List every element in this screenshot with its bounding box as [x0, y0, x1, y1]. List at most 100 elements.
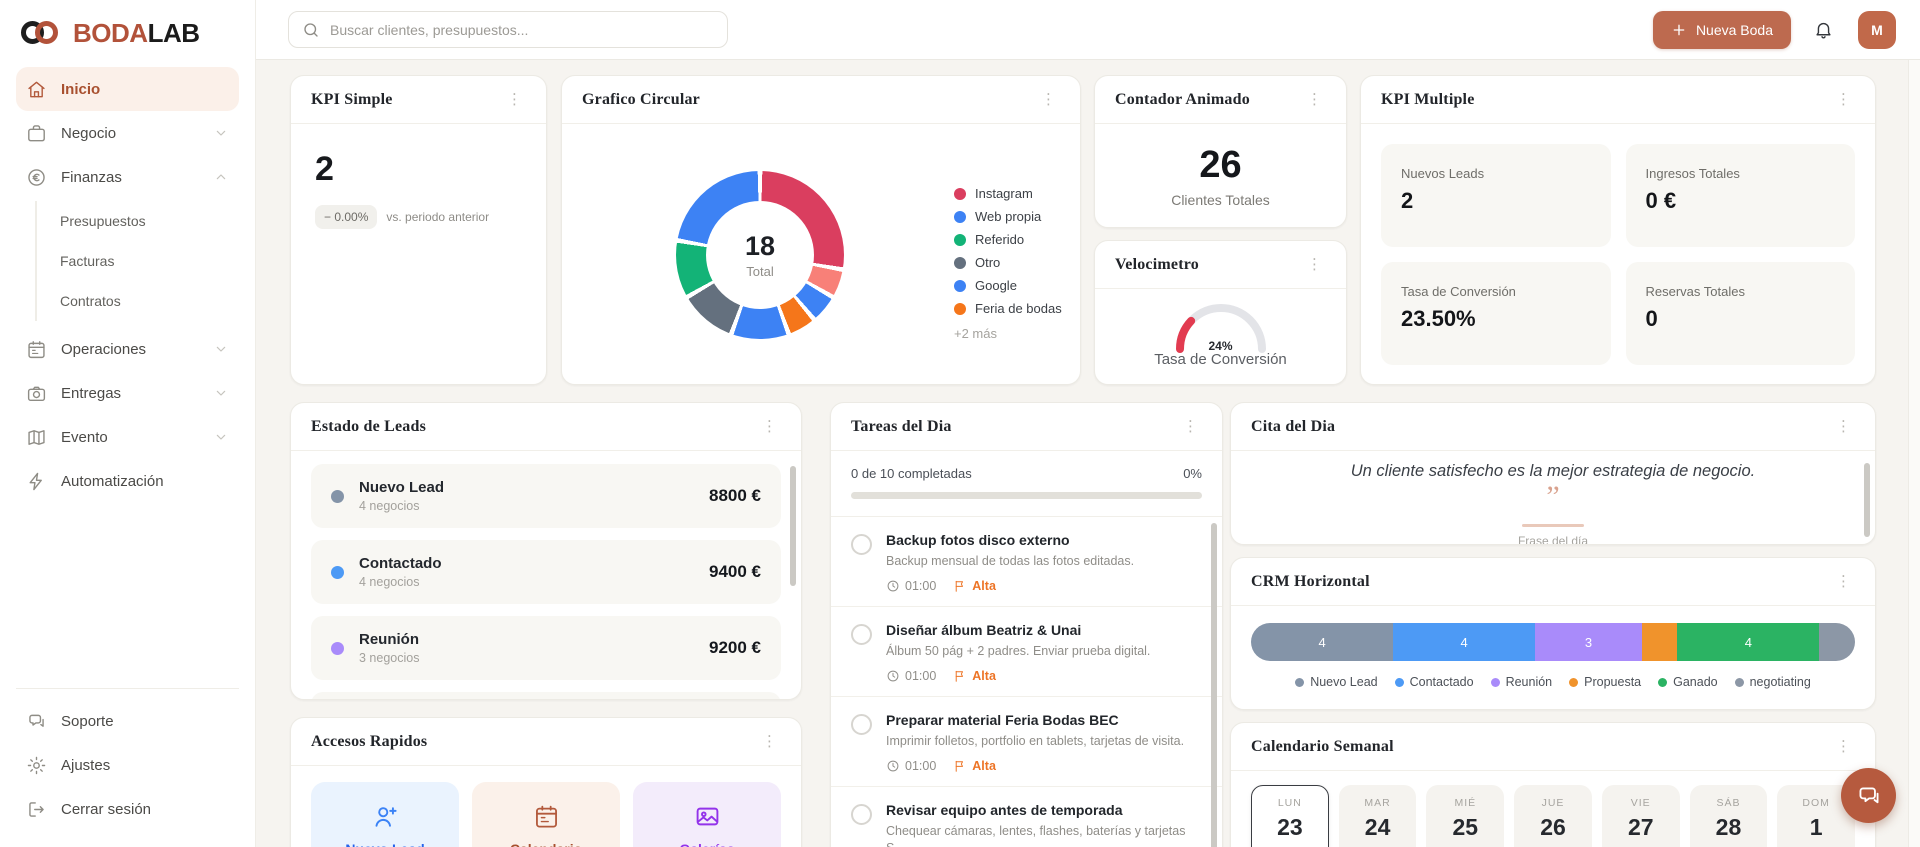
lead-row-reunion[interactable]: Reunión 3 negocios 9200 €	[311, 616, 781, 680]
status-dot-icon	[331, 565, 344, 579]
task-time: 01:00	[886, 579, 936, 593]
sidebar-item-inicio[interactable]: Inicio	[16, 67, 239, 111]
quote-footer: Frase del día	[1517, 534, 1589, 545]
crm-legend: Nuevo Lead Contactado Reunión Propuesta Gana…	[1251, 675, 1855, 689]
nueva-boda-button[interactable]: Nueva Boda	[1652, 10, 1791, 49]
search-input[interactable]	[330, 21, 714, 38]
task-checkbox[interactable]	[851, 534, 872, 555]
quote-divider	[1522, 524, 1584, 527]
home-icon	[26, 79, 47, 100]
legend-item-feria-de-bodas: Feria de bodas	[954, 301, 1062, 316]
card-menu-button[interactable]: ⋮	[503, 90, 526, 109]
kpi-value: 23.50%	[1401, 306, 1476, 331]
card-menu-button[interactable]: ⋮	[1832, 417, 1855, 436]
calendar-day-vie[interactable]: VIE27--	[1601, 785, 1680, 847]
task-description: Backup mensual de todas las fotos editad…	[886, 554, 1135, 568]
card-menu-button[interactable]: ⋮	[758, 417, 781, 436]
sidebar-item-automatizacion[interactable]: Automatización	[16, 459, 239, 503]
user-plus-icon	[372, 803, 399, 830]
nueva-boda-label: Nueva Boda	[1695, 21, 1773, 38]
user-avatar[interactable]: M	[1858, 10, 1896, 49]
quick-access-label: Calendario	[472, 841, 620, 847]
calendar-day-lun[interactable]: LUN23--	[1251, 785, 1329, 847]
legend-dot-icon	[954, 210, 966, 223]
task-row[interactable]: Backup fotos disco externo Backup mensual…	[831, 517, 1222, 607]
day-number: 28	[1715, 814, 1742, 840]
task-row[interactable]: Revisar equipo antes de temporada Chequea…	[831, 787, 1222, 847]
card-menu-button[interactable]: ⋮	[1303, 90, 1326, 109]
lead-amount: 9400 €	[709, 562, 761, 581]
legend-label: Feria de bodas	[975, 301, 1062, 316]
sidebar-footer: Soporte Ajustes Cerrar sesión	[16, 688, 239, 831]
card-title: Velocimetro	[1115, 255, 1199, 273]
notifications-bell-icon[interactable]	[1813, 19, 1834, 40]
task-checkbox[interactable]	[851, 803, 872, 825]
gear-icon	[26, 755, 47, 776]
card-menu-button[interactable]: ⋮	[758, 732, 781, 751]
day-number: 24	[1364, 814, 1391, 840]
counter-label: Clientes Totales	[1171, 191, 1270, 208]
calendar-week: LUN23--MAR24--MIÉ2511:00JUE26--VIE27--SÁ…	[1231, 771, 1875, 847]
card-menu-button[interactable]: ⋮	[1303, 255, 1326, 274]
calendar-day-mie[interactable]: MIÉ2511:00	[1426, 785, 1505, 847]
card-menu-button[interactable]: ⋮	[1832, 572, 1855, 591]
sidebar-item-ajustes[interactable]: Ajustes	[16, 743, 239, 787]
task-row[interactable]: Preparar material Feria Bodas BEC Imprimi…	[831, 697, 1222, 787]
calendar-day-jue[interactable]: JUE26--	[1514, 785, 1592, 847]
sidebar-item-entregas[interactable]: Entregas	[16, 371, 239, 415]
card-menu-button[interactable]: ⋮	[1832, 737, 1855, 756]
legend-label: Google	[975, 278, 1017, 293]
calendar-day-sab[interactable]: SÁB2810:00	[1689, 785, 1768, 847]
lead-row-contactado[interactable]: Contactado 4 negocios 9400 €	[311, 540, 781, 604]
lead-name: Contactado	[359, 555, 442, 572]
card-scrollbar[interactable]	[1211, 523, 1217, 847]
card-title: Accesos Rapidos	[311, 732, 428, 750]
chat-fab-button[interactable]	[1841, 768, 1896, 823]
sidebar-item-finanzas[interactable]: Finanzas	[16, 155, 239, 199]
card-menu-button[interactable]: ⋮	[1179, 417, 1202, 436]
sidebar-item-evento[interactable]: Evento	[16, 415, 239, 459]
legend-more[interactable]: +2 más	[954, 326, 1062, 341]
legend-dot-icon	[1490, 677, 1500, 687]
crm-legend-reunion: Reunión	[1490, 675, 1552, 689]
quick-access-calendario[interactable]: Calendario	[472, 782, 620, 847]
card-menu-button[interactable]: ⋮	[1832, 90, 1855, 109]
search-box[interactable]	[288, 11, 728, 48]
sidebar-item-label: Cerrar sesión	[61, 800, 152, 818]
legend-dot-icon	[1394, 677, 1404, 687]
sidebar-subitem-presupuestos[interactable]: Presupuestos	[60, 201, 239, 241]
task-description: Álbum 50 pág + 2 padres. Enviar prueba d…	[886, 643, 1151, 658]
day-number: 27	[1627, 814, 1654, 840]
task-checkbox[interactable]	[851, 623, 872, 645]
quick-access-galerias[interactable]: Galerías	[633, 782, 781, 847]
card-menu-button[interactable]: ⋮	[1037, 90, 1060, 109]
sidebar-subitem-contratos[interactable]: Contratos	[60, 281, 239, 321]
task-row[interactable]: Diseñar álbum Beatriz & Unai Álbum 50 pág…	[831, 607, 1222, 697]
card-scrollbar[interactable]	[790, 466, 796, 586]
sidebar-item-operaciones[interactable]: Operaciones	[16, 327, 239, 371]
task-time: 01:00	[886, 669, 936, 683]
lead-row-nuevo-lead[interactable]: Nuevo Lead 4 negocios 8800 €	[311, 464, 781, 528]
sidebar-item-soporte[interactable]: Soporte	[16, 699, 239, 743]
legend-dot-icon	[1569, 677, 1579, 687]
calendar-day-mar[interactable]: MAR24--	[1338, 785, 1417, 847]
quick-access-nuevo-lead[interactable]: Nuevo Lead	[311, 782, 459, 847]
sidebar-item-label: Negocio	[61, 124, 117, 142]
card-scrollbar[interactable]	[1864, 463, 1870, 537]
lead-row-propuesta[interactable]: Propuesta	[311, 692, 781, 699]
sidebar-item-negocio[interactable]: Negocio	[16, 111, 239, 155]
page-scrollbar[interactable]	[1908, 60, 1920, 847]
sidebar-subitem-facturas[interactable]: Facturas	[60, 241, 239, 281]
sidebar-item-cerrar-sesion[interactable]: Cerrar sesión	[16, 787, 239, 831]
quote-mark: ”	[1546, 480, 1560, 513]
sidebar-item-label: Ajustes	[61, 756, 111, 774]
kpi-box-nuevos-leads: Nuevos Leads 2	[1381, 144, 1611, 247]
task-priority: Alta	[953, 669, 996, 683]
task-checkbox[interactable]	[851, 713, 872, 735]
progress-percent: 0%	[1183, 466, 1202, 481]
legend-item-otro: Otro	[954, 255, 1062, 270]
legend-label: Otro	[975, 255, 1001, 270]
kpi-value: 0	[1645, 306, 1658, 331]
brand-logo[interactable]: BODALAB	[16, 14, 239, 67]
card-cita-del-dia: Cita del Dia ⋮ Un cliente satisfecho es l…	[1230, 402, 1876, 545]
